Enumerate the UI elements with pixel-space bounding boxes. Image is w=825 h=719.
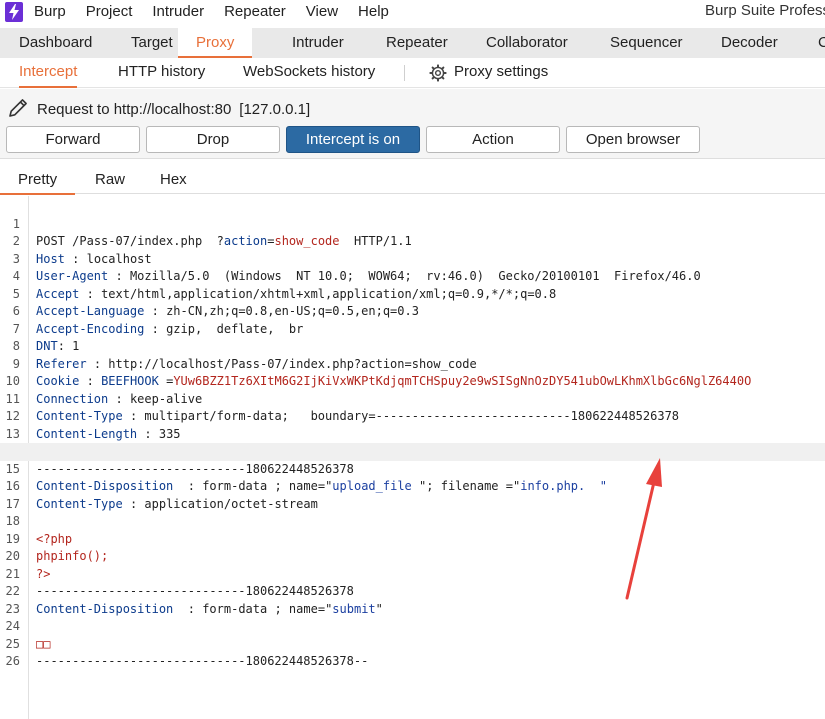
tab-intruder[interactable]: Intruder bbox=[292, 28, 344, 58]
code-line: 17 bbox=[5, 496, 20, 511]
code-line: 3 User-Agent : Mozilla/5.0 (Windows NT 1… bbox=[12, 251, 701, 284]
code-line: 24 □□ bbox=[5, 619, 51, 651]
tab-collaborator[interactable]: Collaborator bbox=[486, 28, 568, 58]
tab-dashboard[interactable]: Dashboard bbox=[19, 28, 92, 58]
tab-sequencer[interactable]: Sequencer bbox=[610, 28, 683, 58]
code-line: 20 ?> bbox=[5, 549, 51, 581]
menu-intruder[interactable]: Intruder bbox=[142, 1, 214, 23]
code-line: 25 -----------------------------18062244… bbox=[5, 636, 369, 669]
code-line: 19 phpinfo(); bbox=[5, 531, 109, 564]
menu-view[interactable]: View bbox=[296, 1, 348, 23]
request-editor[interactable]: 1 POST /Pass-07/index.php ?action=show_c… bbox=[0, 196, 825, 719]
subtab-websockets-history[interactable]: WebSockets history bbox=[243, 58, 375, 87]
request-ip: [127.0.0.1] bbox=[239, 101, 311, 118]
tab-decoder[interactable]: Decoder bbox=[721, 28, 778, 58]
tab-raw[interactable]: Raw bbox=[95, 166, 125, 194]
gear-icon[interactable] bbox=[429, 64, 447, 82]
request-url: Request to http://localhost:80 bbox=[37, 101, 232, 118]
main-tab-bar: Dashboard Target Proxy Intruder Repeater… bbox=[0, 28, 825, 58]
pencil-icon bbox=[9, 99, 27, 117]
code-line: 11 Content-Type : multipart/form-data; b… bbox=[5, 391, 680, 424]
drop-button[interactable]: Drop bbox=[146, 126, 280, 153]
code-line: 16 Content-Type : application/octet-stre… bbox=[5, 479, 318, 511]
action-button[interactable]: Action bbox=[426, 126, 560, 153]
tab-target[interactable]: Target bbox=[131, 28, 173, 58]
tab-hex[interactable]: Hex bbox=[160, 166, 187, 194]
code-line-highlighted: 15 Content-Disposition : form-data ; nam… bbox=[0, 443, 825, 493]
request-target: Request to http://localhost:80 [127.0.0.1… bbox=[37, 101, 310, 118]
tab-repeater[interactable]: Repeater bbox=[386, 28, 448, 58]
subtab-http-history[interactable]: HTTP history bbox=[118, 58, 205, 87]
message-editor-tabs: Pretty Raw Hex bbox=[0, 166, 825, 195]
menu-project[interactable]: Project bbox=[76, 1, 143, 23]
tab-pretty[interactable]: Pretty bbox=[0, 166, 76, 195]
menu-repeater[interactable]: Repeater bbox=[214, 1, 296, 23]
code-line: 13 bbox=[5, 426, 20, 441]
code-line: 5 Accept-Language : zh-CN,zh;q=0.8,en-US… bbox=[12, 286, 419, 319]
subtab-intercept[interactable]: Intercept bbox=[19, 58, 78, 88]
code-line: 26 bbox=[5, 654, 20, 668]
code-line: 23 bbox=[5, 601, 20, 616]
tab-overflow[interactable]: C bbox=[818, 28, 825, 58]
code-line: 18 <?php bbox=[5, 514, 73, 546]
tab-proxy[interactable]: Proxy bbox=[178, 28, 253, 58]
proxy-sub-tab-bar: Intercept HTTP history WebSockets histor… bbox=[0, 58, 825, 88]
menu-burp[interactable]: Burp bbox=[28, 1, 76, 23]
intercept-request-panel: Request to http://localhost:80 [127.0.0.1… bbox=[0, 89, 825, 159]
code-line: 1 POST /Pass-07/index.php ?action=show_c… bbox=[12, 216, 412, 249]
code-line: 6 Accept-Encoding : gzip, deflate, br bbox=[12, 304, 304, 336]
forward-button[interactable]: Forward bbox=[6, 126, 140, 153]
code-line: 14 -----------------------------18062244… bbox=[6, 444, 354, 476]
open-browser-button[interactable]: Open browser bbox=[566, 126, 700, 153]
code-line: 8 Referer : http://localhost/Pass-07/ind… bbox=[12, 339, 477, 371]
code-line: 12 Content-Length : 335 bbox=[5, 409, 181, 441]
tab-divider bbox=[404, 65, 405, 81]
code-line: 7 DNT: 1 bbox=[12, 321, 80, 354]
menu-help[interactable]: Help bbox=[348, 1, 399, 23]
code-line: 21 -----------------------------18062244… bbox=[5, 566, 354, 599]
code-line: 2 Host : localhost bbox=[12, 234, 152, 266]
intercept-toggle-button[interactable]: Intercept is on bbox=[286, 126, 420, 153]
window-title: Burp Suite Profess bbox=[705, 2, 825, 19]
burp-lightning-icon bbox=[0, 0, 28, 24]
menu-bar: Burp Project Intruder Repeater View Help… bbox=[0, 0, 825, 24]
code-line: 9 Cookie : BEEFHOOK =YUw6BZZ1Tz6XItM6G2I… bbox=[12, 356, 752, 389]
subtab-proxy-settings[interactable]: Proxy settings bbox=[454, 58, 548, 87]
code-line: 22 Content-Disposition : form-data ; nam… bbox=[5, 584, 383, 616]
code-line: 4 Accept : text/html,application/xhtml+x… bbox=[12, 269, 557, 301]
code-line: 10 Connection : keep-alive bbox=[5, 374, 203, 406]
